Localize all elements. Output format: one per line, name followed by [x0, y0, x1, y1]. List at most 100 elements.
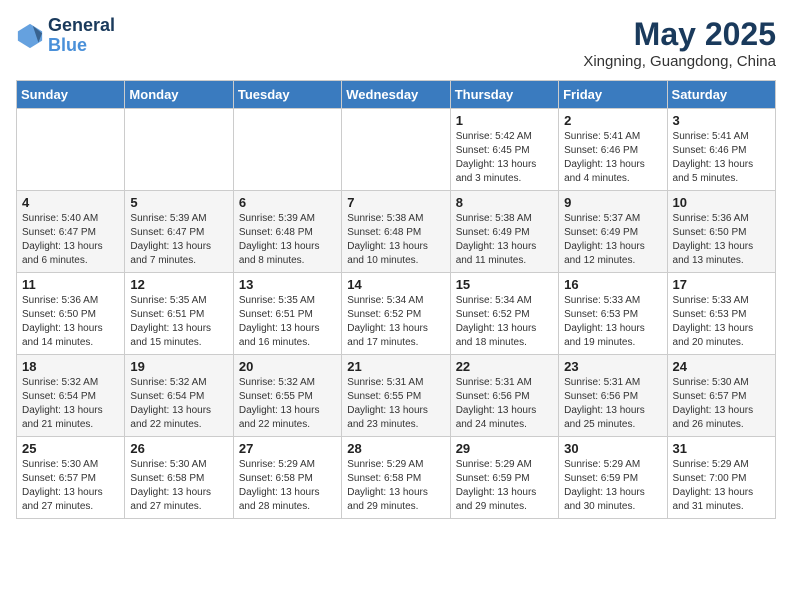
day-info: Sunrise: 5:29 AM Sunset: 6:58 PM Dayligh…	[347, 458, 444, 514]
day-number: 12	[130, 277, 227, 292]
page-header: General Blue May 2025 Xingning, Guangdon…	[16, 16, 776, 70]
day-info: Sunrise: 5:31 AM Sunset: 6:55 PM Dayligh…	[347, 376, 444, 432]
day-number: 31	[673, 441, 770, 456]
calendar-cell: 4 Sunrise: 5:40 AM Sunset: 6:47 PM Daylig…	[17, 191, 125, 273]
title-block: May 2025 Xingning, Guangdong, China	[583, 16, 776, 70]
calendar-cell: 25 Sunrise: 5:30 AM Sunset: 6:57 PM Dayli…	[17, 437, 125, 519]
calendar-cell: 2 Sunrise: 5:41 AM Sunset: 6:46 PM Daylig…	[559, 109, 667, 191]
day-info: Sunrise: 5:37 AM Sunset: 6:49 PM Dayligh…	[564, 212, 661, 268]
calendar-cell: 21 Sunrise: 5:31 AM Sunset: 6:55 PM Dayli…	[342, 355, 450, 437]
weekday-header-saturday: Saturday	[667, 81, 775, 109]
calendar-cell	[125, 109, 233, 191]
day-info: Sunrise: 5:33 AM Sunset: 6:53 PM Dayligh…	[673, 294, 770, 350]
day-info: Sunrise: 5:30 AM Sunset: 6:57 PM Dayligh…	[673, 376, 770, 432]
day-number: 20	[239, 359, 336, 374]
day-number: 15	[456, 277, 553, 292]
day-info: Sunrise: 5:29 AM Sunset: 7:00 PM Dayligh…	[673, 458, 770, 514]
calendar-cell: 27Sunrise: 5:29 AM Sunset: 6:58 PM Dayli…	[233, 437, 341, 519]
day-info: Sunrise: 5:32 AM Sunset: 6:54 PM Dayligh…	[130, 376, 227, 432]
day-number: 27	[239, 441, 336, 456]
weekday-header-monday: Monday	[125, 81, 233, 109]
day-info: Sunrise: 5:34 AM Sunset: 6:52 PM Dayligh…	[347, 294, 444, 350]
day-number: 19	[130, 359, 227, 374]
calendar-cell: 12 Sunrise: 5:35 AM Sunset: 6:51 PM Dayli…	[125, 273, 233, 355]
day-info: Sunrise: 5:36 AM Sunset: 6:50 PM Dayligh…	[673, 212, 770, 268]
day-info: Sunrise: 5:30 AM Sunset: 6:57 PM Dayligh…	[22, 458, 119, 514]
calendar-cell: 26Sunrise: 5:30 AM Sunset: 6:58 PM Dayli…	[125, 437, 233, 519]
day-info: Sunrise: 5:32 AM Sunset: 6:55 PM Dayligh…	[239, 376, 336, 432]
day-info: Sunrise: 5:34 AM Sunset: 6:52 PM Dayligh…	[456, 294, 553, 350]
logo-icon	[16, 22, 44, 50]
day-number: 25	[22, 441, 119, 456]
calendar-cell: 13Sunrise: 5:35 AM Sunset: 6:51 PM Dayli…	[233, 273, 341, 355]
day-number: 30	[564, 441, 661, 456]
day-info: Sunrise: 5:33 AM Sunset: 6:53 PM Dayligh…	[564, 294, 661, 350]
calendar-cell: 14Sunrise: 5:34 AM Sunset: 6:52 PM Dayli…	[342, 273, 450, 355]
day-info: Sunrise: 5:35 AM Sunset: 6:51 PM Dayligh…	[130, 294, 227, 350]
calendar-cell: 9 Sunrise: 5:37 AM Sunset: 6:49 PM Daylig…	[559, 191, 667, 273]
day-number: 11	[22, 277, 119, 292]
calendar-week-5: 25 Sunrise: 5:30 AM Sunset: 6:57 PM Dayli…	[17, 437, 776, 519]
day-number: 16	[564, 277, 661, 292]
day-info: Sunrise: 5:29 AM Sunset: 6:59 PM Dayligh…	[456, 458, 553, 514]
day-number: 4	[22, 195, 119, 210]
weekday-row: SundayMondayTuesdayWednesdayThursdayFrid…	[17, 81, 776, 109]
calendar-body: 1Sunrise: 5:42 AM Sunset: 6:45 PM Daylig…	[17, 109, 776, 519]
day-number: 8	[456, 195, 553, 210]
day-number: 2	[564, 113, 661, 128]
calendar-cell: 15 Sunrise: 5:34 AM Sunset: 6:52 PM Dayli…	[450, 273, 558, 355]
calendar-table: SundayMondayTuesdayWednesdayThursdayFrid…	[16, 80, 776, 519]
weekday-header-thursday: Thursday	[450, 81, 558, 109]
day-number: 18	[22, 359, 119, 374]
calendar-cell: 31 Sunrise: 5:29 AM Sunset: 7:00 PM Dayli…	[667, 437, 775, 519]
calendar-cell: 5 Sunrise: 5:39 AM Sunset: 6:47 PM Daylig…	[125, 191, 233, 273]
calendar-cell: 20 Sunrise: 5:32 AM Sunset: 6:55 PM Dayli…	[233, 355, 341, 437]
day-number: 6	[239, 195, 336, 210]
day-info: Sunrise: 5:39 AM Sunset: 6:47 PM Dayligh…	[130, 212, 227, 268]
day-info: Sunrise: 5:39 AM Sunset: 6:48 PM Dayligh…	[239, 212, 336, 268]
calendar-cell: 16 Sunrise: 5:33 AM Sunset: 6:53 PM Dayli…	[559, 273, 667, 355]
day-number: 3	[673, 113, 770, 128]
location: Xingning, Guangdong, China	[583, 53, 776, 70]
day-info: Sunrise: 5:41 AM Sunset: 6:46 PM Dayligh…	[564, 130, 661, 186]
day-info: Sunrise: 5:31 AM Sunset: 6:56 PM Dayligh…	[564, 376, 661, 432]
day-info: Sunrise: 5:36 AM Sunset: 6:50 PM Dayligh…	[22, 294, 119, 350]
calendar-cell: 23 Sunrise: 5:31 AM Sunset: 6:56 PM Dayli…	[559, 355, 667, 437]
day-number: 26	[130, 441, 227, 456]
calendar-week-3: 11 Sunrise: 5:36 AM Sunset: 6:50 PM Dayli…	[17, 273, 776, 355]
day-info: Sunrise: 5:31 AM Sunset: 6:56 PM Dayligh…	[456, 376, 553, 432]
weekday-header-wednesday: Wednesday	[342, 81, 450, 109]
calendar-cell: 18 Sunrise: 5:32 AM Sunset: 6:54 PM Dayli…	[17, 355, 125, 437]
calendar-week-1: 1Sunrise: 5:42 AM Sunset: 6:45 PM Daylig…	[17, 109, 776, 191]
month-year: May 2025	[583, 16, 776, 53]
calendar-cell: 8Sunrise: 5:38 AM Sunset: 6:49 PM Daylig…	[450, 191, 558, 273]
calendar-cell: 19 Sunrise: 5:32 AM Sunset: 6:54 PM Dayli…	[125, 355, 233, 437]
calendar-cell: 24Sunrise: 5:30 AM Sunset: 6:57 PM Dayli…	[667, 355, 775, 437]
logo-text: General Blue	[48, 16, 115, 56]
calendar-cell: 29 Sunrise: 5:29 AM Sunset: 6:59 PM Dayli…	[450, 437, 558, 519]
day-number: 23	[564, 359, 661, 374]
day-number: 21	[347, 359, 444, 374]
day-number: 22	[456, 359, 553, 374]
calendar-cell: 30 Sunrise: 5:29 AM Sunset: 6:59 PM Dayli…	[559, 437, 667, 519]
day-number: 5	[130, 195, 227, 210]
calendar-week-4: 18 Sunrise: 5:32 AM Sunset: 6:54 PM Dayli…	[17, 355, 776, 437]
day-info: Sunrise: 5:29 AM Sunset: 6:59 PM Dayligh…	[564, 458, 661, 514]
day-number: 29	[456, 441, 553, 456]
calendar-header: SundayMondayTuesdayWednesdayThursdayFrid…	[17, 81, 776, 109]
logo: General Blue	[16, 16, 115, 56]
day-info: Sunrise: 5:41 AM Sunset: 6:46 PM Dayligh…	[673, 130, 770, 186]
day-info: Sunrise: 5:40 AM Sunset: 6:47 PM Dayligh…	[22, 212, 119, 268]
calendar-cell: 1Sunrise: 5:42 AM Sunset: 6:45 PM Daylig…	[450, 109, 558, 191]
day-number: 28	[347, 441, 444, 456]
weekday-header-friday: Friday	[559, 81, 667, 109]
day-info: Sunrise: 5:38 AM Sunset: 6:48 PM Dayligh…	[347, 212, 444, 268]
weekday-header-sunday: Sunday	[17, 81, 125, 109]
day-info: Sunrise: 5:35 AM Sunset: 6:51 PM Dayligh…	[239, 294, 336, 350]
day-number: 9	[564, 195, 661, 210]
calendar-cell: 22 Sunrise: 5:31 AM Sunset: 6:56 PM Dayli…	[450, 355, 558, 437]
day-info: Sunrise: 5:32 AM Sunset: 6:54 PM Dayligh…	[22, 376, 119, 432]
calendar-week-2: 4 Sunrise: 5:40 AM Sunset: 6:47 PM Daylig…	[17, 191, 776, 273]
calendar-cell	[17, 109, 125, 191]
calendar-cell: 11 Sunrise: 5:36 AM Sunset: 6:50 PM Dayli…	[17, 273, 125, 355]
